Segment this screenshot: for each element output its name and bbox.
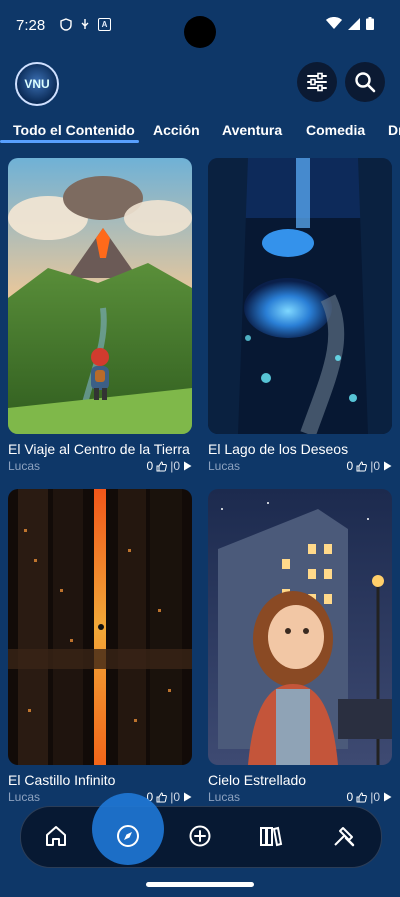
likes-count: 0 xyxy=(146,459,154,473)
play-icon xyxy=(184,792,192,802)
nav-home[interactable] xyxy=(42,822,70,850)
story-title: El Castillo Infinito xyxy=(8,772,116,788)
plays-count: |0 xyxy=(370,790,380,804)
story-author: Lucas xyxy=(208,459,241,473)
story-stats: 0 |0 xyxy=(347,790,392,804)
story-thumbnail-lake[interactable] xyxy=(208,158,392,434)
thumbs-up-icon xyxy=(156,460,168,471)
status-right-icons xyxy=(326,17,374,30)
status-bar: 7:28 A xyxy=(0,0,400,52)
shield-icon xyxy=(60,18,72,31)
thumbs-up-icon xyxy=(156,791,168,802)
status-time: 7:28 xyxy=(16,17,46,34)
status-left-icons: A xyxy=(60,18,111,31)
story-thumbnail-girl[interactable] xyxy=(208,489,392,765)
camera-cutout xyxy=(184,16,216,48)
story-title: El Viaje al Centro de la Tierra xyxy=(8,441,190,457)
story-author: Lucas xyxy=(208,790,241,804)
tab-active-indicator xyxy=(0,140,139,143)
nav-library[interactable] xyxy=(257,822,285,850)
signal-icon xyxy=(348,17,360,30)
home-icon xyxy=(46,826,66,846)
story-author: Lucas xyxy=(8,459,41,473)
battery-icon xyxy=(366,17,374,30)
sliders-icon xyxy=(307,72,327,92)
add-icon xyxy=(189,825,211,847)
filter-button[interactable] xyxy=(297,62,337,102)
play-icon xyxy=(384,461,392,471)
logo-text: VNU xyxy=(24,77,50,91)
story-title: Cielo Estrellado xyxy=(208,772,307,788)
story-stats: 0 |0 xyxy=(347,459,392,473)
play-icon xyxy=(184,461,192,471)
nav-explore[interactable] xyxy=(114,822,142,850)
search-button[interactable] xyxy=(345,62,385,102)
tab-accion[interactable]: Acción xyxy=(153,122,200,138)
usb-icon xyxy=(81,19,89,29)
tools-icon xyxy=(334,827,355,847)
nav-create[interactable] xyxy=(186,822,214,850)
compass-icon xyxy=(117,825,139,847)
likes-count: 0 xyxy=(346,790,354,804)
story-stats: 0 |0 xyxy=(147,790,192,804)
library-icon xyxy=(260,826,283,847)
thumbs-up-icon xyxy=(356,460,368,471)
tab-drama[interactable]: Dr xyxy=(388,122,400,138)
home-indicator xyxy=(146,882,254,887)
story-thumbnail-volcano[interactable] xyxy=(8,158,192,434)
story-thumbnail-city[interactable] xyxy=(8,489,192,765)
tab-todo[interactable]: Todo el Contenido xyxy=(13,122,135,138)
search-icon xyxy=(355,72,376,93)
play-icon xyxy=(384,792,392,802)
nav-tools[interactable] xyxy=(330,822,358,850)
tab-comedia[interactable]: Comedia xyxy=(306,122,365,138)
story-stats: 0 |0 xyxy=(147,459,192,473)
wifi-icon xyxy=(326,17,342,29)
story-title: El Lago de los Deseos xyxy=(208,441,349,457)
a-badge-icon: A xyxy=(98,18,111,31)
likes-count: 0 xyxy=(346,459,354,473)
plays-count: |0 xyxy=(170,790,180,804)
plays-count: |0 xyxy=(170,459,180,473)
story-author: Lucas xyxy=(8,790,41,804)
plays-count: |0 xyxy=(370,459,380,473)
app-logo[interactable]: VNU xyxy=(15,62,59,106)
thumbs-up-icon xyxy=(356,791,368,802)
tab-aventura[interactable]: Aventura xyxy=(222,122,282,138)
